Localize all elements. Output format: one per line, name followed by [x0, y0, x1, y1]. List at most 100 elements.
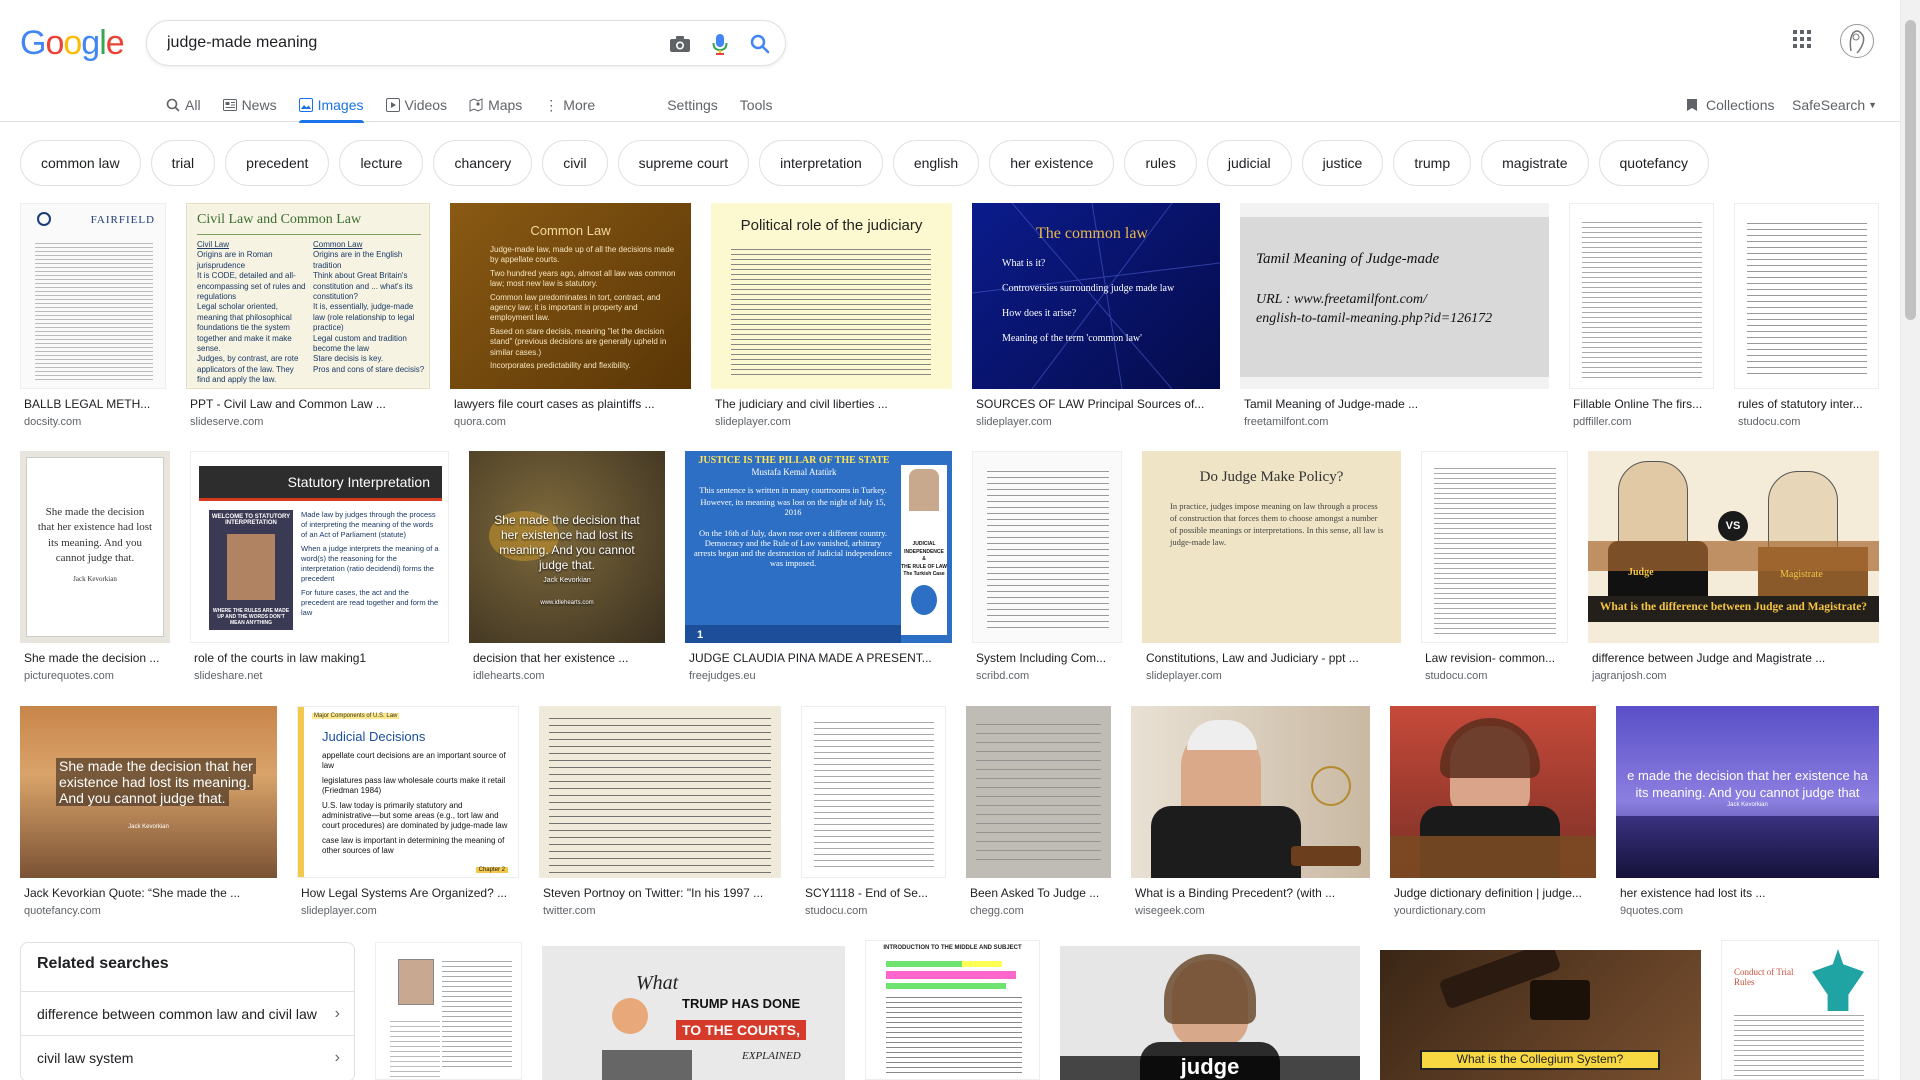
result-thumbnail: Common Law Judge-made law, made up of al… — [450, 203, 691, 389]
thumb-line: her existence had lost its — [500, 528, 634, 542]
result-source: studocu.com — [1425, 670, 1488, 682]
result-title: her existence had lost its ... — [1620, 886, 1766, 900]
image-result[interactable]: Statutory Interpretation WELCOME TO STAT… — [190, 451, 449, 687]
related-search-item[interactable]: difference between common law and civil … — [21, 991, 354, 1035]
result-source: freetamilfont.com — [1244, 416, 1329, 428]
result-source: freejudges.eu — [689, 670, 756, 682]
result-source: slideshare.net — [194, 670, 263, 682]
image-result[interactable]: Steven Portnoy on Twitter: "In his 1997 … — [539, 706, 781, 922]
result-title: SOURCES OF LAW Principal Sources of... — [976, 397, 1205, 411]
thumb-attribution: Jack Kevorkian — [73, 574, 117, 583]
result-source: idlehearts.com — [473, 670, 545, 682]
thumb-line: In practice, judges impose meaning on la… — [1170, 501, 1384, 547]
image-result[interactable]: INTRODUCTION TO THE MIDDLE AND SUBJECT — [865, 940, 1040, 1080]
result-title: rules of statutory inter... — [1738, 397, 1863, 411]
thumb-side-line: The Turkish Case — [903, 571, 945, 577]
image-result[interactable]: She made the decision that her existence… — [20, 451, 170, 687]
thumb-vs-badge: VS — [1718, 511, 1748, 541]
image-result[interactable]: What TRUMP HAS DONE TO THE COURTS, EXPLA… — [542, 946, 845, 1080]
result-source: yourdictionary.com — [1394, 905, 1486, 917]
thumb-attribution: Jack Kevorkian — [128, 824, 169, 830]
image-result[interactable]: Common Law Judge-made law, made up of al… — [450, 203, 691, 433]
thumb-line: U.S. law today is primarily statutory an… — [322, 800, 508, 831]
thumb-heading: The common law — [1036, 225, 1148, 242]
thumb-subheading: Major Components of U.S. Law — [312, 713, 400, 719]
related-searches-title: Related searches — [37, 955, 169, 972]
image-result[interactable]: rules of statutory inter... studocu.com — [1734, 203, 1879, 433]
page-scrollbar[interactable] — [1900, 0, 1920, 1080]
image-result[interactable]: Tamil Meaning of Judge-made URL : www.fr… — [1240, 203, 1549, 433]
thumb-line: It is CODE, detailed and all-encompassin… — [197, 271, 306, 301]
image-result[interactable]: She made the decision that her existence… — [469, 451, 665, 687]
thumb-line: Controversies surrounding judge made law — [1002, 283, 1175, 294]
image-result[interactable]: JUSTICE IS THE PILLAR OF THE STATE Musta… — [685, 451, 952, 687]
result-thumbnail — [801, 706, 946, 878]
image-result[interactable]: Judge dictionary definition | judge... y… — [1390, 706, 1596, 922]
thumb-line: How does it arise? — [1002, 308, 1077, 319]
thumb-line: existence had lost its meaning. — [56, 774, 254, 791]
thumb-line: For future cases, the act and the preced… — [301, 588, 439, 617]
result-source: quotefancy.com — [24, 905, 101, 917]
image-result[interactable]: She made the decision that her existence… — [20, 706, 277, 922]
image-result[interactable]: System Including Com... scribd.com — [972, 451, 1122, 687]
image-result[interactable]: Conduct of Trial Rules — [1721, 940, 1879, 1080]
thumb-line: judge that. — [538, 558, 596, 572]
thumb-line: its meaning. And you — [47, 536, 143, 549]
thumb-heading: Conduct of Trial Rules — [1734, 967, 1794, 987]
image-result[interactable]: VS Judge Magistrate What is the differen… — [1588, 451, 1879, 687]
image-result[interactable]: The common law What is it? Controversies… — [972, 203, 1220, 433]
thumb-heading: Tamil Meaning of Judge-made — [1256, 251, 1440, 267]
image-result[interactable]: Political role of the judiciary The judi… — [711, 203, 952, 433]
image-result[interactable]: What is a Binding Precedent? (with ... w… — [1131, 706, 1370, 922]
thumb-heading: What is the difference between Judge and… — [1599, 601, 1868, 613]
result-title: decision that her existence ... — [473, 651, 629, 665]
thumb-line: appellate court decisions are an importa… — [322, 751, 506, 771]
thumb-attribution: Jack Kevorkian — [1727, 801, 1768, 808]
image-result[interactable]: Do Judge Make Policy? In practice, judge… — [1142, 451, 1401, 687]
thumb-heading: Statutory Interpretation — [287, 474, 430, 490]
result-title: Judge dictionary definition | judge... — [1394, 886, 1582, 900]
scrollbar-thumb[interactable] — [1905, 20, 1916, 320]
result-thumbnail: She made the decision that her existence… — [469, 451, 665, 643]
result-title: role of the courts in law making1 — [194, 651, 367, 665]
thumb-side-line: THE RULE OF LAW — [901, 563, 947, 570]
image-result[interactable]: Civil Law and Common Law Civil Law Origi… — [186, 203, 430, 433]
thumb-heading: Civil Law and Common Law — [197, 212, 362, 227]
result-title: What is a Binding Precedent? (with ... — [1135, 886, 1336, 900]
image-result[interactable]: e made the decision that her existence h… — [1616, 706, 1879, 922]
image-result[interactable]: FAIRFIELD BALLB LEGAL METH... docsity.co… — [20, 203, 166, 433]
result-source: slideplayer.com — [976, 416, 1052, 428]
related-search-item[interactable]: civil law system › — [21, 1035, 354, 1079]
image-result[interactable]: judge — [1060, 946, 1360, 1080]
thumb-line: meaning. And you cannot — [499, 543, 635, 557]
thumb-line: Think about Great Britain's constitution… — [313, 271, 413, 301]
image-result[interactable]: SCY1118 - End of Se... studocu.com — [801, 706, 946, 922]
image-result[interactable]: Law revision- common... studocu.com — [1421, 451, 1568, 687]
thumb-line: Legal scholar oriented, meaning that phi… — [197, 302, 292, 353]
image-result[interactable]: Fillable Online The firs... pdffiller.co… — [1569, 203, 1714, 433]
result-thumbnail: Political role of the judiciary — [711, 203, 952, 389]
image-result[interactable]: Major Components of U.S. Law Judicial De… — [297, 706, 519, 922]
result-title: Law revision- common... — [1425, 651, 1556, 665]
image-result[interactable] — [375, 942, 522, 1080]
result-thumbnail — [375, 942, 522, 1080]
image-result[interactable]: Been Asked To Judge ... chegg.com — [966, 706, 1111, 922]
result-source: wisegeek.com — [1135, 905, 1205, 917]
related-searches-panel: Related searches difference between comm… — [20, 942, 355, 1080]
result-title: Steven Portnoy on Twitter: "In his 1997 … — [543, 886, 764, 900]
thumb-heading: FAIRFIELD — [90, 214, 155, 226]
result-source: studocu.com — [805, 905, 868, 917]
image-result[interactable]: What is the Collegium System? — [1380, 950, 1701, 1080]
thumb-line: Origins are in Roman jurisprudence — [197, 250, 273, 270]
thumb-line: cannot judge that. — [55, 552, 135, 565]
thumb-label-right: Magistrate — [1780, 569, 1823, 580]
result-title: How Legal Systems Are Organized? ... — [301, 886, 508, 900]
result-thumbnail: Civil Law and Common Law Civil Law Origi… — [186, 203, 430, 389]
result-title: Fillable Online The firs... — [1573, 397, 1703, 411]
result-thumbnail: What TRUMP HAS DONE TO THE COURTS, EXPLA… — [542, 946, 845, 1080]
thumb-col-heading: Common Law — [313, 240, 363, 249]
thumb-line: Stare decisis is key. — [313, 354, 384, 364]
result-thumbnail — [966, 706, 1111, 878]
thumb-watermark: www.idlehearts.com — [540, 599, 594, 606]
thumb-line: Origins are in the English tradition — [313, 250, 403, 270]
